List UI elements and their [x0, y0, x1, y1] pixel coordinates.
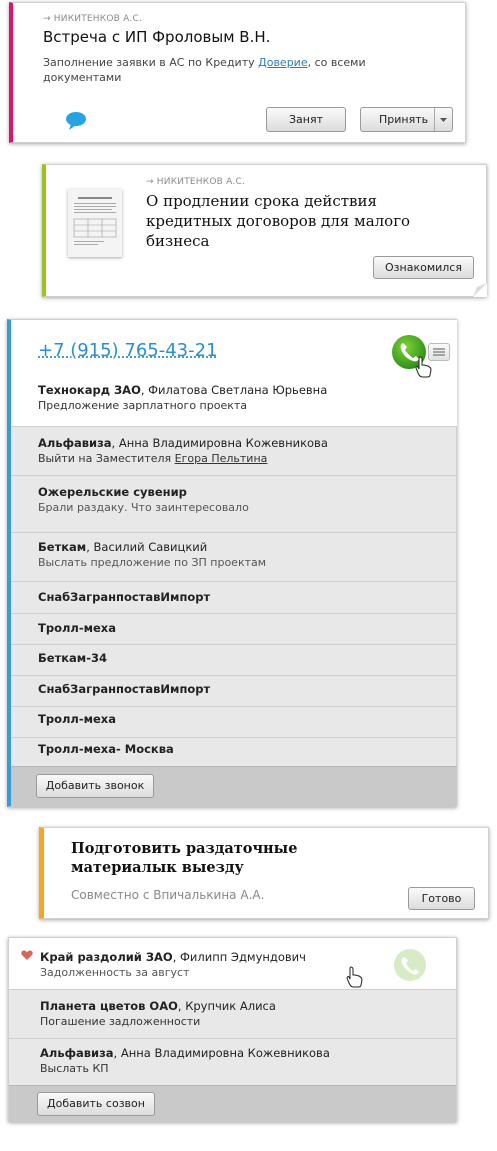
credit-link[interactable]: Доверие: [258, 56, 307, 69]
company-name: Тролл-меха: [38, 621, 116, 635]
menu-icon: [433, 348, 445, 356]
list-item[interactable]: Тролл-меха- Москва: [11, 738, 457, 766]
person-name: , Анна Владимировна Кожевникова: [111, 436, 328, 450]
card-title: О продлении срока действия кредитных дог…: [146, 191, 446, 251]
contact-line: Альфавиза, Анна Владимировна Кожевникова: [40, 1046, 330, 1061]
card-title: Подготовить раздаточные материалык выезд…: [71, 839, 297, 877]
document-icon: [73, 197, 117, 245]
list-item[interactable]: Альфавиза, Анна Владимировна Кожевникова…: [11, 427, 457, 475]
contact-line: Планета цветов ОАО, Крупчик Алиса: [40, 999, 276, 1014]
list-item-content: Край раздолий ЗАО, Филипп Эдмундович Зад…: [40, 950, 306, 980]
list-item[interactable]: Альфавиза, Анна Владимировна Кожевникова…: [9, 1039, 456, 1085]
call-note: Выслать предложение по ЗП проектам: [38, 556, 267, 569]
company-name: Беткам-34: [38, 651, 107, 665]
done-button[interactable]: Готово: [408, 887, 475, 910]
company-name: Планета цветов ОАО: [40, 999, 178, 1013]
contact-line: Альфавиза, Анна Владимировна Кожевникова: [38, 435, 328, 451]
task-card-materials: Подготовить раздаточные материалык выезд…: [39, 827, 489, 919]
card-sender: → НИКИТЕНКОВ А.С.: [43, 14, 143, 24]
card-footer: Добавить созвон: [9, 1085, 456, 1122]
note-link[interactable]: Егора Пельтина: [175, 452, 268, 465]
call-note: Выйти на Заместителя Егора Пельтина: [38, 451, 328, 467]
active-call-info: Технокард ЗАО, Филатова Светлана Юрьевна…: [38, 382, 327, 414]
add-callback-button[interactable]: Добавить созвон: [37, 1092, 155, 1116]
active-call-panel: +7 (915) 765-43-21 Технокард ЗАО, Филато…: [11, 320, 457, 426]
company-name: Тролл-меха- Москва: [38, 742, 174, 756]
list-item-content: Планета цветов ОАО, Крупчик Алиса Погаше…: [40, 999, 276, 1029]
call-note: Погашение задложенности: [40, 1015, 201, 1028]
company-name: Край раздолий ЗАО: [40, 950, 173, 964]
person-name: , Василий Савицкий: [86, 540, 208, 554]
person-name: , Крупчик Алиса: [177, 999, 276, 1013]
card-sender: → НИКИТЕНКОВ А.С.: [146, 177, 246, 187]
list-item-content: Альфавиза, Анна Владимировна Кожевникова…: [38, 435, 328, 467]
company-name: Беткам: [38, 540, 87, 554]
list-item-content: Беткам, Василий Савицкий Выслать предлож…: [38, 539, 266, 571]
title-line-1: Подготовить раздаточные: [71, 840, 298, 857]
company-name: Альфавиза: [38, 436, 112, 450]
acknowledge-button[interactable]: Ознакомился: [373, 256, 474, 279]
heart-icon[interactable]: [21, 950, 33, 961]
title-line-1: О продлении срока действия: [146, 192, 377, 210]
page-curl: [473, 283, 487, 297]
card-title: Встреча с ИП Фроловым В.Н.: [43, 28, 271, 46]
list-item[interactable]: Тролл-меха: [11, 614, 457, 644]
document-card: → НИКИТЕНКОВ А.С. О продлении срока дейс…: [42, 164, 487, 297]
busy-button[interactable]: Занят: [266, 107, 346, 132]
accept-label: Принять: [379, 113, 429, 126]
call-note: Брали раздаку. Что заинтересовало: [38, 501, 249, 514]
list-item-active[interactable]: Край раздолий ЗАО, Филипп Эдмундович Зад…: [9, 938, 456, 989]
list-item[interactable]: Тролл-меха: [11, 707, 457, 737]
comment-icon[interactable]: [65, 111, 89, 131]
description-text: Заполнение заявки в АС по Кредиту: [43, 56, 259, 69]
title-line-3: бизнеса: [146, 232, 210, 250]
person-name: , Филатова Светлана Юрьевна: [140, 383, 328, 397]
chevron-down-icon: [440, 118, 447, 122]
company-name: Ожерельские сувенир: [38, 485, 187, 499]
company-name: Тролл-меха: [38, 712, 116, 726]
contact-line: Край раздолий ЗАО, Филипп Эдмундович: [40, 950, 306, 965]
contact-line: Беткам, Василий Савицкий: [38, 539, 266, 555]
hand-cursor-icon: [346, 966, 363, 988]
company-name: Альфавиза: [40, 1046, 114, 1060]
accept-dropdown[interactable]: [434, 108, 452, 131]
call-note: Задолженность за август: [40, 966, 190, 979]
list-item[interactable]: СнабЗагранпоставИмпорт: [11, 676, 457, 706]
person-name: , Филипп Эдмундович: [172, 950, 306, 964]
company-name: СнабЗагранпоставИмпорт: [38, 682, 211, 696]
card-description: Заполнение заявки в АС по Кредиту Довери…: [43, 55, 403, 85]
menu-button[interactable]: [428, 343, 450, 361]
calls-card: +7 (915) 765-43-21 Технокард ЗАО, Филато…: [7, 319, 457, 807]
list-item[interactable]: Беткам, Василий Савицкий Выслать предлож…: [11, 533, 457, 581]
phone-number[interactable]: +7 (915) 765-43-21: [38, 340, 218, 361]
list-item[interactable]: СнабЗагранпоставИмпорт: [11, 582, 457, 613]
call-note: Предложение зарплатного проекта: [38, 399, 248, 412]
contact-line: Ожерельские сувенир: [38, 484, 249, 500]
card-subtitle: Совместно с Впичалькина А.А.: [71, 888, 265, 902]
document-thumbnail: [68, 189, 122, 257]
phone-call-icon[interactable]: [393, 948, 427, 982]
note-text: Выйти на Заместителя: [38, 452, 175, 465]
list-item[interactable]: Планета цветов ОАО, Крупчик Алиса Погаше…: [9, 990, 456, 1038]
title-line-2: материалык выезду: [71, 859, 244, 876]
call-note: Выслать КП: [40, 1062, 109, 1075]
active-call-contact: Технокард ЗАО, Филатова Светлана Юрьевна: [38, 382, 327, 398]
card-footer: Добавить звонок: [11, 766, 457, 807]
list-item-content: Альфавиза, Анна Владимировна Кожевникова…: [40, 1046, 330, 1076]
list-item[interactable]: Ожерельские сувенир Брали раздаку. Что з…: [11, 476, 457, 532]
list-item-content: Ожерельские сувенир Брали раздаку. Что з…: [38, 484, 249, 516]
add-call-button[interactable]: Добавить звонок: [36, 774, 154, 798]
task-card-meeting: → НИКИТЕНКОВ А.С. Встреча с ИП Фроловым …: [9, 2, 466, 143]
callbacks-card: Край раздолий ЗАО, Филипп Эдмундович Зад…: [8, 937, 457, 1122]
title-line-2: кредитных договоров для малого: [146, 212, 411, 230]
list-item[interactable]: Беткам-34: [11, 645, 457, 675]
company-name: Технокард ЗАО: [38, 383, 141, 397]
company-name: СнабЗагранпоставИмпорт: [38, 590, 211, 604]
accept-button[interactable]: Принять: [360, 107, 453, 132]
person-name: , Анна Владимировна Кожевникова: [113, 1046, 330, 1060]
